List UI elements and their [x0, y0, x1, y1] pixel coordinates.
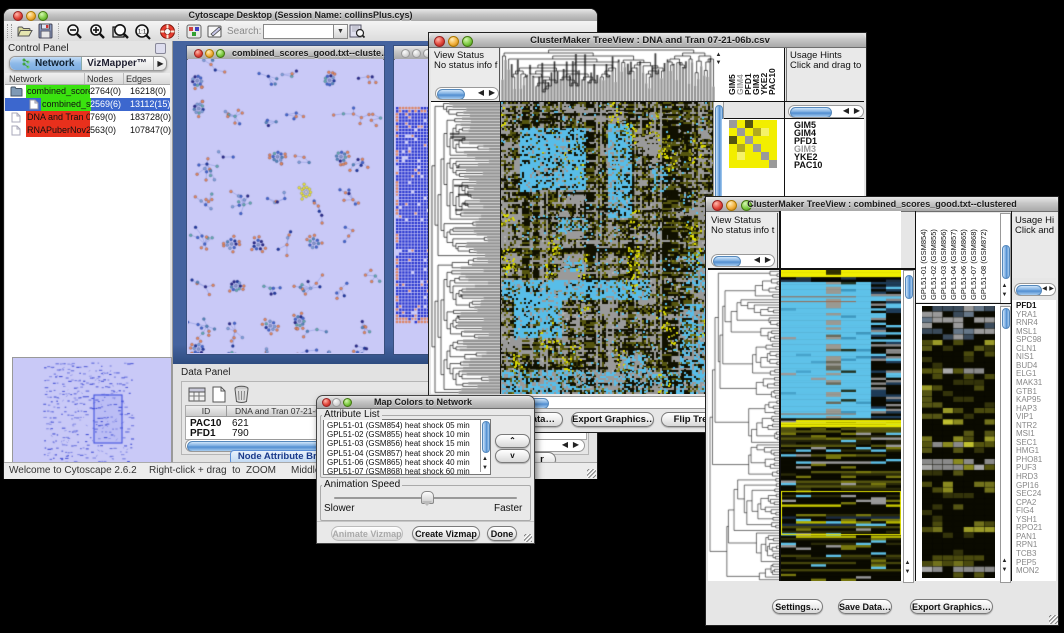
svg-text:1:1: 1:1: [138, 30, 147, 36]
